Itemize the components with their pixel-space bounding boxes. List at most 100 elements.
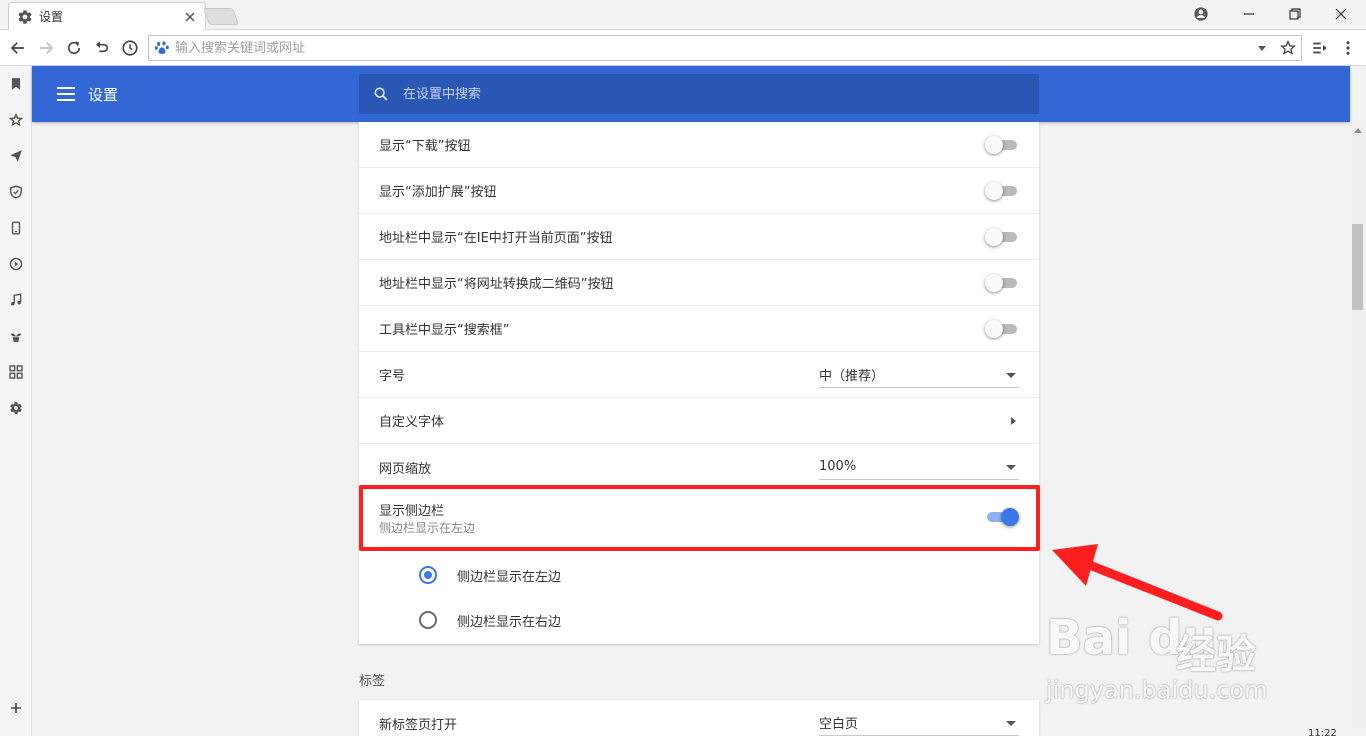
caret-down-icon xyxy=(1258,46,1266,51)
menu-button[interactable] xyxy=(1336,36,1360,60)
watermark-url: jingyan.baidu.com xyxy=(1046,676,1268,704)
read-mode-button[interactable] xyxy=(1308,36,1332,60)
toggle-qrcode[interactable] xyxy=(985,273,1019,292)
user-account-button[interactable] xyxy=(1178,0,1224,28)
address-dropdown-button[interactable] xyxy=(1249,36,1275,60)
chevron-right-icon xyxy=(1011,416,1016,425)
tab-settings[interactable]: 设置 xyxy=(8,2,206,30)
plant-pot-icon xyxy=(10,333,22,342)
caret-down-icon xyxy=(1003,367,1019,383)
minimize-icon xyxy=(1244,13,1254,15)
page-zoom-select[interactable]: 100% xyxy=(819,454,1019,480)
sidebar-item-plant[interactable] xyxy=(4,324,28,348)
mobile-phone-icon xyxy=(11,221,21,235)
radio-button[interactable] xyxy=(419,611,437,629)
setting-row-download-button: 显示“下载”按钮 xyxy=(359,122,1039,168)
play-circle-icon xyxy=(9,257,23,271)
user-icon xyxy=(1194,7,1208,21)
close-window-button[interactable] xyxy=(1318,0,1364,28)
font-size-select[interactable]: 中（推荐） xyxy=(819,362,1019,388)
plus-icon xyxy=(11,703,21,713)
sidebar-item-mobile[interactable] xyxy=(4,216,28,240)
apps-grid-icon xyxy=(9,365,23,379)
reload-button[interactable] xyxy=(62,36,86,60)
tab-title: 设置 xyxy=(39,10,64,24)
restore-icon xyxy=(1289,8,1301,20)
toggle-open-in-ie[interactable] xyxy=(985,227,1019,246)
section-title-tabs: 标签 xyxy=(359,674,386,689)
radio-label: 侧边栏显示在右边 xyxy=(457,614,562,630)
reload-icon xyxy=(67,41,81,55)
setting-label: 显示“下载”按钮 xyxy=(379,139,471,154)
toggle-search-box[interactable] xyxy=(985,319,1019,338)
page-scrollbar[interactable] xyxy=(1350,122,1366,728)
new-tab-select[interactable]: 空白页 xyxy=(819,710,1019,736)
sidebar-item-security[interactable] xyxy=(4,180,28,204)
minimize-button[interactable] xyxy=(1226,0,1272,28)
read-list-icon xyxy=(1313,42,1327,54)
sidebar-item-settings[interactable] xyxy=(4,396,28,420)
restore-button[interactable] xyxy=(1272,0,1318,28)
page-title: 设置 xyxy=(88,86,119,104)
radio-label: 侧边栏显示在左边 xyxy=(457,569,562,585)
scroll-up-icon[interactable] xyxy=(1353,126,1363,134)
address-bar[interactable] xyxy=(148,35,1302,61)
title-bar: 设置 xyxy=(0,0,1366,30)
paper-plane-icon xyxy=(10,150,22,162)
nav-toolbar xyxy=(0,30,1366,66)
search-icon xyxy=(371,84,391,104)
gear-icon xyxy=(18,9,32,24)
sidebar-item-apps[interactable] xyxy=(4,360,28,384)
hamburger-menu-button[interactable] xyxy=(54,82,78,106)
setting-row-custom-font[interactable]: 自定义字体 xyxy=(359,398,1039,444)
clock-icon xyxy=(122,40,138,56)
hamburger-icon xyxy=(57,87,75,101)
history-button[interactable] xyxy=(118,36,142,60)
scroll-thumb[interactable] xyxy=(1352,224,1363,310)
back-button[interactable] xyxy=(6,36,30,60)
bookmark-star-button[interactable] xyxy=(1275,36,1301,60)
setting-row-page-zoom: 网页缩放 100% xyxy=(359,444,1039,490)
watermark-cn: 经验 xyxy=(1176,632,1256,678)
annotation-highlight-box xyxy=(359,485,1040,551)
sidebar-item-video[interactable] xyxy=(4,252,28,276)
taskbar-clock: 11:22 xyxy=(1308,728,1337,736)
new-tab-button[interactable] xyxy=(202,8,240,25)
sidebar-item-music[interactable] xyxy=(4,288,28,312)
select-value: 100% xyxy=(819,459,857,474)
baidu-paw-icon xyxy=(149,36,175,60)
close-icon xyxy=(1335,8,1347,20)
setting-row-qrcode: 地址栏中显示“将网址转换成二维码”按钮 xyxy=(359,260,1039,306)
bookmark-icon xyxy=(11,78,21,90)
sidebar-item-favorites[interactable] xyxy=(4,108,28,132)
radio-option-sidebar-left[interactable]: 侧边栏显示在左边 xyxy=(359,553,1039,597)
sidebar-item-send[interactable] xyxy=(4,144,28,168)
setting-row-extension-button: 显示“添加扩展”按钮 xyxy=(359,168,1039,214)
address-input[interactable] xyxy=(175,40,1249,56)
more-vertical-icon xyxy=(1346,41,1350,55)
shield-icon xyxy=(10,185,22,199)
sidebar-item-bookmarks[interactable] xyxy=(4,72,28,96)
star-icon xyxy=(9,113,23,127)
settings-search-box[interactable] xyxy=(359,74,1039,114)
setting-label: 自定义字体 xyxy=(379,415,445,430)
arrow-right-icon xyxy=(40,42,54,54)
radio-button[interactable] xyxy=(419,566,437,584)
arrow-left-icon xyxy=(10,42,24,54)
sidebar-add-button[interactable] xyxy=(4,696,28,720)
radio-option-sidebar-right[interactable]: 侧边栏显示在右边 xyxy=(359,598,1039,642)
settings-search-input[interactable] xyxy=(403,86,1039,102)
setting-row-search-box: 工具栏中显示“搜索框” xyxy=(359,306,1039,352)
select-value: 空白页 xyxy=(819,717,859,732)
setting-label: 显示“添加扩展”按钮 xyxy=(379,185,497,200)
toggle-download-button[interactable] xyxy=(985,135,1019,154)
forward-button[interactable] xyxy=(34,36,58,60)
toggle-extension-button[interactable] xyxy=(985,181,1019,200)
setting-row-font-size: 字号 中（推荐） xyxy=(359,352,1039,398)
select-value: 中（推荐） xyxy=(819,369,885,384)
left-sidebar xyxy=(0,66,32,736)
tabs-settings-card: 新标签页打开 空白页 xyxy=(359,700,1039,736)
music-note-icon xyxy=(11,293,22,306)
close-icon[interactable] xyxy=(183,10,197,24)
undo-close-button[interactable] xyxy=(90,36,114,60)
